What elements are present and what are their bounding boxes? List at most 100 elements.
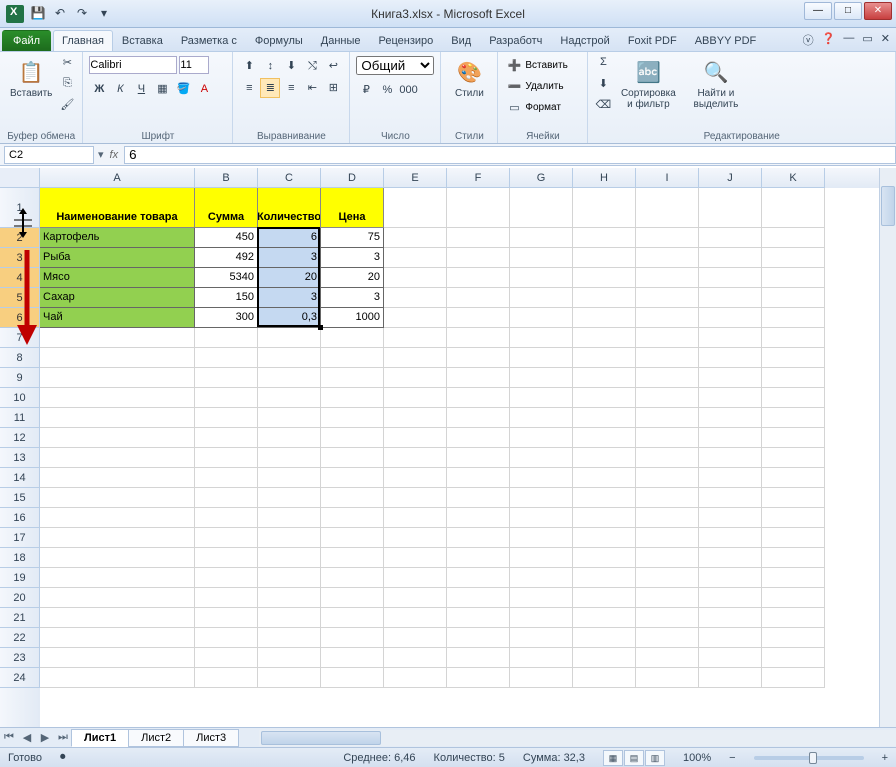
row-header-8[interactable]: 8	[0, 348, 40, 368]
border-button[interactable]: ▦	[152, 79, 172, 99]
cell-A2[interactable]: Картофель	[40, 228, 195, 248]
cell-H2[interactable]	[573, 228, 636, 248]
tab-foxit[interactable]: Foxit PDF	[619, 30, 686, 51]
cell-J2[interactable]	[699, 228, 762, 248]
cell-K2[interactable]	[762, 228, 825, 248]
save-icon[interactable]: 💾	[30, 6, 46, 22]
cell-H20[interactable]	[573, 588, 636, 608]
horizontal-scrollbar[interactable]	[259, 730, 896, 746]
tab-abbyy[interactable]: ABBYY PDF	[686, 30, 766, 51]
cell-C22[interactable]	[258, 628, 321, 648]
macro-record-icon[interactable]: ⏺	[60, 751, 66, 764]
row-header-12[interactable]: 12	[0, 428, 40, 448]
help-icon[interactable]: ❓	[822, 32, 836, 48]
cell-B10[interactable]	[195, 388, 258, 408]
cell-J15[interactable]	[699, 488, 762, 508]
fx-icon[interactable]: fx	[110, 149, 119, 161]
undo-icon[interactable]: ↶	[52, 6, 68, 22]
cell-C12[interactable]	[258, 428, 321, 448]
cell-I6[interactable]	[636, 308, 699, 328]
cell-I22[interactable]	[636, 628, 699, 648]
cell-A8[interactable]	[40, 348, 195, 368]
cell-F16[interactable]	[447, 508, 510, 528]
row-header-15[interactable]: 15	[0, 488, 40, 508]
cell-G15[interactable]	[510, 488, 573, 508]
cell-C2[interactable]: 6	[258, 228, 321, 248]
tab-formulas[interactable]: Формулы	[246, 30, 312, 51]
cell-C11[interactable]	[258, 408, 321, 428]
cell-C8[interactable]	[258, 348, 321, 368]
cell-D11[interactable]	[321, 408, 384, 428]
cell-E14[interactable]	[384, 468, 447, 488]
row-header-24[interactable]: 24	[0, 668, 40, 688]
tab-insert[interactable]: Вставка	[113, 30, 172, 51]
cell-C9[interactable]	[258, 368, 321, 388]
sheet-nav-last-icon[interactable]: ⏭	[54, 731, 72, 744]
cell-D24[interactable]	[321, 668, 384, 688]
cell-I21[interactable]	[636, 608, 699, 628]
cell-I2[interactable]	[636, 228, 699, 248]
cell-K19[interactable]	[762, 568, 825, 588]
cell-G24[interactable]	[510, 668, 573, 688]
cell-H10[interactable]	[573, 388, 636, 408]
cell-J13[interactable]	[699, 448, 762, 468]
cell-D13[interactable]	[321, 448, 384, 468]
cell-D22[interactable]	[321, 628, 384, 648]
cell-A20[interactable]	[40, 588, 195, 608]
cell-E4[interactable]	[384, 268, 447, 288]
cell-J16[interactable]	[699, 508, 762, 528]
cell-A5[interactable]: Сахар	[40, 288, 195, 308]
row-header-23[interactable]: 23	[0, 648, 40, 668]
cell-E19[interactable]	[384, 568, 447, 588]
cell-J14[interactable]	[699, 468, 762, 488]
cell-H14[interactable]	[573, 468, 636, 488]
cell-B22[interactable]	[195, 628, 258, 648]
find-select-button[interactable]: 🔍 Найти и выделить	[684, 56, 747, 112]
cell-E17[interactable]	[384, 528, 447, 548]
cell-C17[interactable]	[258, 528, 321, 548]
cell-C7[interactable]	[258, 328, 321, 348]
cell-E12[interactable]	[384, 428, 447, 448]
cell-F14[interactable]	[447, 468, 510, 488]
cell-E24[interactable]	[384, 668, 447, 688]
col-header-F[interactable]: F	[447, 168, 510, 188]
cell-C4[interactable]: 20	[258, 268, 321, 288]
cell-K5[interactable]	[762, 288, 825, 308]
cell-F4[interactable]	[447, 268, 510, 288]
row-header-18[interactable]: 18	[0, 548, 40, 568]
cell-J3[interactable]	[699, 248, 762, 268]
cell-A11[interactable]	[40, 408, 195, 428]
cell-K13[interactable]	[762, 448, 825, 468]
cell-C20[interactable]	[258, 588, 321, 608]
cell-F15[interactable]	[447, 488, 510, 508]
cell-J24[interactable]	[699, 668, 762, 688]
clear-icon[interactable]: ⌫	[594, 98, 612, 116]
cell-B16[interactable]	[195, 508, 258, 528]
cell-I3[interactable]	[636, 248, 699, 268]
cell-C23[interactable]	[258, 648, 321, 668]
cell-F8[interactable]	[447, 348, 510, 368]
cell-D6[interactable]: 1000	[321, 308, 384, 328]
font-color-button[interactable]: A	[194, 79, 214, 99]
cell-F6[interactable]	[447, 308, 510, 328]
cell-D12[interactable]	[321, 428, 384, 448]
insert-cells-icon[interactable]: ➕	[504, 56, 524, 76]
cell-I12[interactable]	[636, 428, 699, 448]
cell-B2[interactable]: 450	[195, 228, 258, 248]
cell-K22[interactable]	[762, 628, 825, 648]
cell-B11[interactable]	[195, 408, 258, 428]
sheet-tab-2[interactable]: Лист2	[128, 729, 184, 747]
row-header-2[interactable]: 2	[0, 228, 40, 248]
cell-I9[interactable]	[636, 368, 699, 388]
cell-E6[interactable]	[384, 308, 447, 328]
row-header-21[interactable]: 21	[0, 608, 40, 628]
row-header-14[interactable]: 14	[0, 468, 40, 488]
hscroll-thumb[interactable]	[261, 731, 381, 745]
cell-D3[interactable]: 3	[321, 248, 384, 268]
tab-developer[interactable]: Разработч	[480, 30, 551, 51]
cell-A9[interactable]	[40, 368, 195, 388]
cell-I13[interactable]	[636, 448, 699, 468]
cell-C21[interactable]	[258, 608, 321, 628]
cell-K23[interactable]	[762, 648, 825, 668]
cell-J7[interactable]	[699, 328, 762, 348]
